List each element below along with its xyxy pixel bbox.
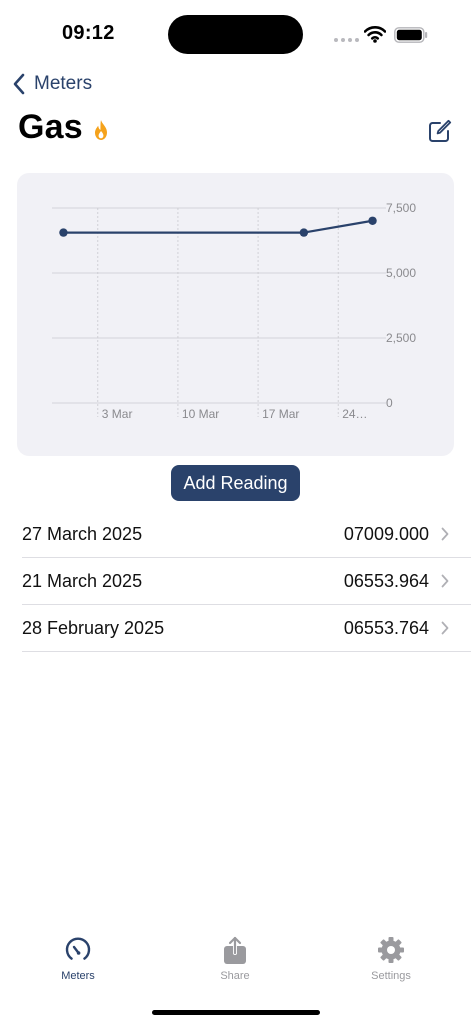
chart-x-axis: 3 Mar 10 Mar 17 Mar 24… — [102, 407, 368, 421]
tab-meters[interactable]: Meters — [33, 936, 123, 982]
share-icon — [224, 936, 246, 964]
chevron-right-icon — [441, 527, 449, 541]
add-reading-button[interactable]: Add Reading — [171, 465, 300, 501]
flame-icon — [94, 119, 107, 140]
reading-date: 28 February 2025 — [22, 617, 165, 638]
chart-y-tick-label: 2,500 — [386, 331, 416, 345]
reading-value: 06553.764 — [343, 617, 429, 638]
chart-horizontal-grid — [52, 207, 386, 404]
home-indicator — [152, 1010, 320, 1015]
chart-series-line — [63, 219, 373, 234]
dynamic-island — [168, 15, 303, 54]
chevron-right-icon — [441, 621, 449, 635]
chart-vertical-grid — [97, 208, 339, 417]
tab-label: Meters — [61, 970, 95, 982]
wifi-icon — [364, 26, 386, 43]
gear-icon — [378, 937, 404, 963]
chart-data-point — [299, 228, 309, 237]
chart-y-axis: 0 2,500 5,000 7,500 — [386, 201, 416, 410]
readings-list: 27 March 2025 07009.000 21 March 2025 06… — [22, 511, 471, 652]
gas-meter-screen: 09:12 Meters Gas 0 2,500 5,000 7,500 3 M… — [0, 0, 471, 1024]
chevron-right-icon — [441, 574, 449, 588]
edit-button[interactable] — [427, 118, 453, 144]
reading-date: 21 March 2025 — [22, 570, 143, 591]
status-time: 09:12 — [62, 22, 115, 44]
readings-chart: 0 2,500 5,000 7,500 3 Mar 10 Mar 17 Mar 24… — [17, 173, 454, 456]
reading-row[interactable]: 28 February 2025 06553.764 — [22, 605, 471, 652]
chart-x-tick-label: 3 Mar — [102, 407, 133, 421]
chart-x-tick-label: 17 Mar — [262, 407, 299, 421]
back-button[interactable]: Meters — [12, 70, 92, 98]
chart-x-tick-label: 10 Mar — [182, 407, 219, 421]
chevron-left-icon — [13, 73, 25, 95]
tab-settings[interactable]: Settings — [346, 936, 436, 982]
page-title: Gas — [18, 108, 109, 147]
battery-icon — [394, 27, 428, 43]
tab-label: Share — [220, 970, 250, 982]
reading-date: 27 March 2025 — [22, 523, 143, 544]
tab-bar: Meters Share Settings — [0, 936, 471, 996]
reading-row[interactable]: 27 March 2025 07009.000 — [22, 511, 471, 558]
chart-x-tick-label: 24… — [342, 407, 367, 421]
chart-data-point — [368, 216, 377, 225]
gauge-icon — [65, 937, 91, 960]
edit-icon — [429, 119, 452, 142]
reading-value: 06553.964 — [343, 570, 429, 591]
chart-series — [59, 216, 377, 237]
chart-y-tick-label: 5,000 — [386, 266, 416, 280]
chart-y-tick-label: 0 — [386, 396, 393, 410]
cellular-signal-icon — [334, 38, 359, 42]
chart-y-tick-label: 7,500 — [386, 201, 416, 215]
back-button-label: Meters — [34, 73, 93, 94]
readings-chart-svg: 0 2,500 5,000 7,500 3 Mar 10 Mar 17 Mar 24… — [52, 201, 416, 421]
reading-value: 07009.000 — [343, 523, 429, 544]
tab-share[interactable]: Share — [190, 936, 280, 982]
page-title-text: Gas — [18, 108, 83, 146]
tab-label: Settings — [371, 970, 411, 982]
chart-data-point — [59, 228, 68, 237]
reading-row[interactable]: 21 March 2025 06553.964 — [22, 558, 471, 605]
